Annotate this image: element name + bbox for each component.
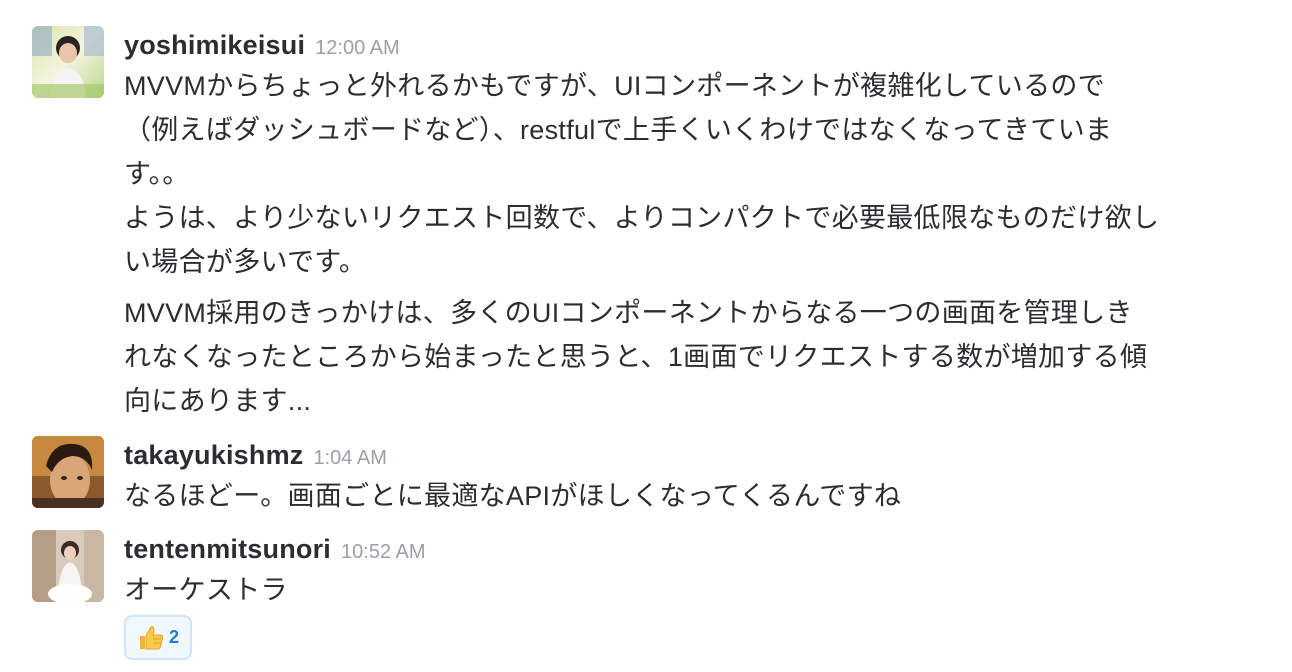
thumbs-up-icon [139, 625, 164, 649]
message-line: MVVMからちょっと外れるかもですが、UIコンポーネントが複雑化しているので [124, 71, 1105, 101]
timestamp[interactable]: 10:52 AM [341, 541, 426, 563]
message-header: tentenmitsunori 10:52 AM [124, 534, 426, 565]
username[interactable]: takayukishmz [124, 440, 303, 470]
message-header: yoshimikeisui 12:00 AM [124, 30, 400, 61]
message-line: （例えばダッシュボードなど）、restfulで上手くいくわけではなくなってきてい… [124, 115, 1113, 145]
timestamp[interactable]: 12:00 AM [315, 37, 400, 59]
reaction-button[interactable]: 2 [124, 615, 192, 660]
message-line: オーケストラ [124, 575, 288, 605]
avatar-image [32, 26, 104, 98]
timestamp[interactable]: 1:04 AM [313, 447, 386, 469]
message-line: MVVM採用のきっかけは、多くのUIコンポーネントからなる一つの画面を管理しき [124, 298, 1133, 328]
message-line: す。。 [124, 159, 190, 189]
message-line: ようは、より少ないリクエスト回数で、よりコンパクトで必要最低限なものだけ欲し [124, 203, 1160, 233]
avatar-image [32, 436, 104, 508]
message-header: takayukishmz 1:04 AM [124, 440, 387, 471]
message-line: い場合が多いです。 [124, 247, 367, 277]
username[interactable]: tentenmitsunori [124, 534, 331, 564]
reaction-count: 2 [168, 627, 179, 647]
avatar-tentenmitsunori[interactable] [32, 530, 104, 602]
username[interactable]: yoshimikeisui [124, 30, 305, 60]
message-line: 向にあります... [124, 386, 312, 416]
message-line: なるほどー。画面ごとに最適なAPIがほしくなってくるんですね [124, 481, 902, 511]
avatar-takayukishmz[interactable] [32, 436, 104, 508]
message-line: れなくなったところから始まったと思うと、1画面でリクエストする数が増加する傾 [124, 342, 1148, 372]
avatar-image [32, 530, 104, 602]
avatar-yoshimikeisui[interactable] [32, 26, 104, 98]
